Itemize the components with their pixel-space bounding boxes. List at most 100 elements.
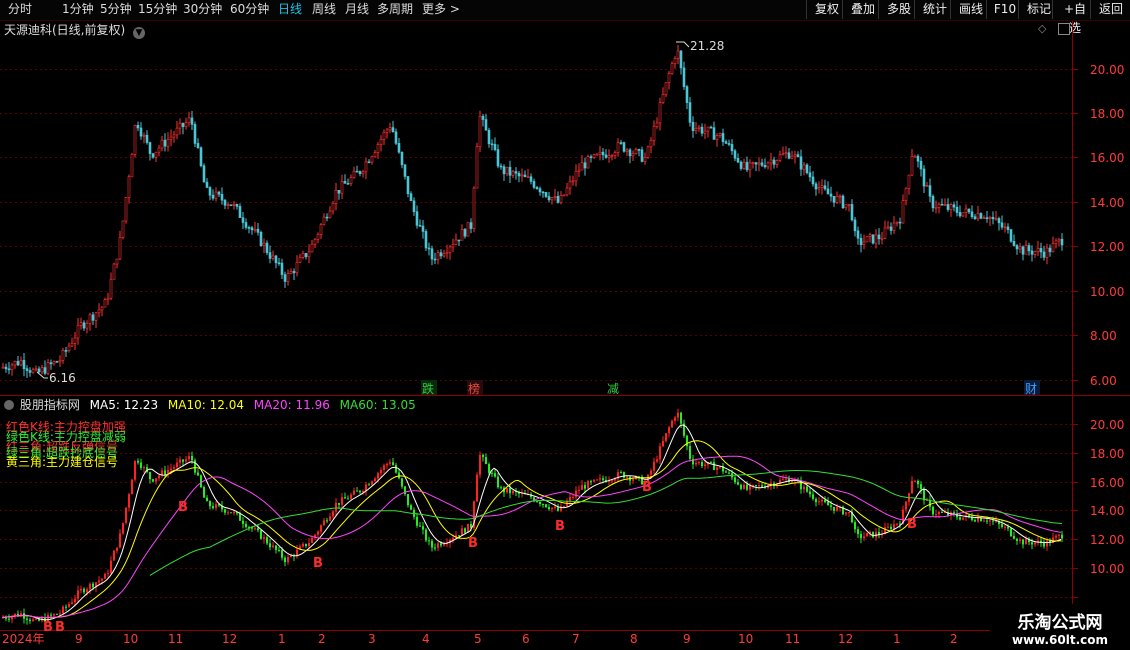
candle-body: [220, 193, 224, 201]
indicator-y-tick: 14.00: [1090, 504, 1124, 518]
candle-body: [100, 306, 104, 311]
candle-body: [235, 204, 239, 207]
indicator-candle-body: [68, 603, 70, 607]
indicator-candle-body: [497, 476, 499, 488]
candle-body: [811, 176, 815, 185]
indicator-candle-body: [785, 478, 787, 480]
candle-body: [937, 203, 941, 208]
indicator-candle-body: [914, 480, 916, 482]
candle-body: [199, 147, 203, 167]
indicator-candle-body: [665, 433, 667, 441]
candle-body: [586, 156, 590, 169]
candle-body: [304, 253, 308, 258]
candle-body: [67, 345, 71, 351]
candle-body: [670, 63, 674, 74]
indicator-candle-body: [350, 494, 352, 499]
indicator-candle-body: [224, 509, 226, 513]
candle-body: [19, 360, 23, 366]
indicator-candle-body: [29, 619, 31, 622]
time-label: 9: [683, 632, 691, 646]
candle-body: [37, 368, 41, 373]
candle-body: [787, 152, 791, 159]
candle-body: [151, 153, 155, 158]
indicator-candle-body: [593, 479, 595, 482]
candle-body: [967, 208, 971, 213]
indicator-candle-body: [905, 501, 907, 510]
event-marker[interactable]: 财: [1025, 382, 1037, 396]
candle-body: [409, 193, 413, 202]
indicator-candle-body: [911, 480, 913, 494]
indicator-candle-body: [65, 606, 67, 608]
candle-body: [952, 204, 956, 208]
candle-body: [1024, 245, 1028, 255]
indicator-candle-body: [371, 481, 373, 485]
candle-body: [973, 216, 977, 220]
candle-body: [298, 257, 302, 263]
event-marker[interactable]: 减: [607, 382, 619, 396]
settings-icon[interactable]: [4, 400, 14, 410]
indicator-candle-body: [71, 602, 73, 604]
candle-body: [664, 82, 668, 95]
main-y-tick: 18.00: [1090, 107, 1124, 121]
indicator-candle-body: [674, 417, 676, 421]
indicator-candle-body: [335, 502, 337, 512]
indicator-candle-body: [419, 525, 421, 527]
candle-body: [904, 188, 908, 201]
indicator-candle-body: [803, 486, 805, 490]
candle-body: [949, 204, 953, 210]
candle-body: [856, 230, 860, 239]
candle-body: [793, 154, 797, 157]
indicator-candle-body: [806, 486, 808, 492]
candle-body: [691, 121, 695, 132]
candle-body: [532, 181, 536, 188]
main-y-tick: 20.00: [1090, 63, 1124, 77]
b-signal-label: B: [555, 519, 565, 534]
indicator-candle-body: [494, 473, 496, 477]
event-marker[interactable]: 榜: [468, 381, 480, 396]
candle-body: [547, 196, 551, 201]
candle-body: [919, 160, 923, 170]
candle-body: [253, 228, 257, 231]
candle-body: [898, 221, 902, 224]
indicator-candle-body: [542, 504, 544, 506]
time-label: 3: [368, 632, 376, 646]
candle-body: [847, 204, 851, 206]
candle-body: [28, 370, 32, 373]
candle-body: [478, 115, 482, 148]
indicator-candle-body: [392, 462, 394, 466]
candle-body: [130, 154, 134, 178]
indicator-candle-body: [170, 468, 172, 470]
candle-body: [103, 299, 107, 308]
time-axis: 2024年 9 10 11 12 1 2 3 4 5 6 7 8 9 10 11…: [2, 632, 958, 646]
candle-body: [610, 155, 614, 157]
candle-body: [961, 212, 965, 217]
candle-body: [979, 213, 983, 219]
candle-body: [292, 271, 296, 274]
indicator-candle-body: [578, 489, 580, 491]
candle-body: [583, 162, 587, 169]
candle-body: [565, 187, 569, 196]
candle-body: [616, 142, 620, 154]
indicator-candle-body: [653, 461, 655, 471]
candle-body: [568, 180, 572, 189]
candle-body: [487, 129, 491, 145]
indicator-candle-body: [602, 478, 604, 480]
candle-body: [31, 369, 35, 373]
indicator-candle-body: [1055, 535, 1057, 538]
indicator-candle-body: [452, 538, 454, 540]
candle-body: [202, 165, 206, 183]
indicator-candle-body: [260, 530, 262, 539]
event-marker[interactable]: 跌: [422, 381, 434, 396]
ma-line: [1, 455, 1062, 618]
candle-body: [874, 234, 878, 244]
indicator-name[interactable]: 股朋指标网: [20, 398, 80, 412]
candle-body: [388, 127, 392, 131]
indicator-candle-body: [356, 490, 358, 492]
candle-body: [481, 115, 485, 120]
indicator-candle-body: [1001, 524, 1003, 527]
candle-body: [625, 149, 629, 152]
indicator-candle-body: [1010, 528, 1012, 537]
candle-body: [55, 361, 59, 363]
candle-body: [79, 322, 83, 326]
candle-body: [349, 177, 353, 184]
